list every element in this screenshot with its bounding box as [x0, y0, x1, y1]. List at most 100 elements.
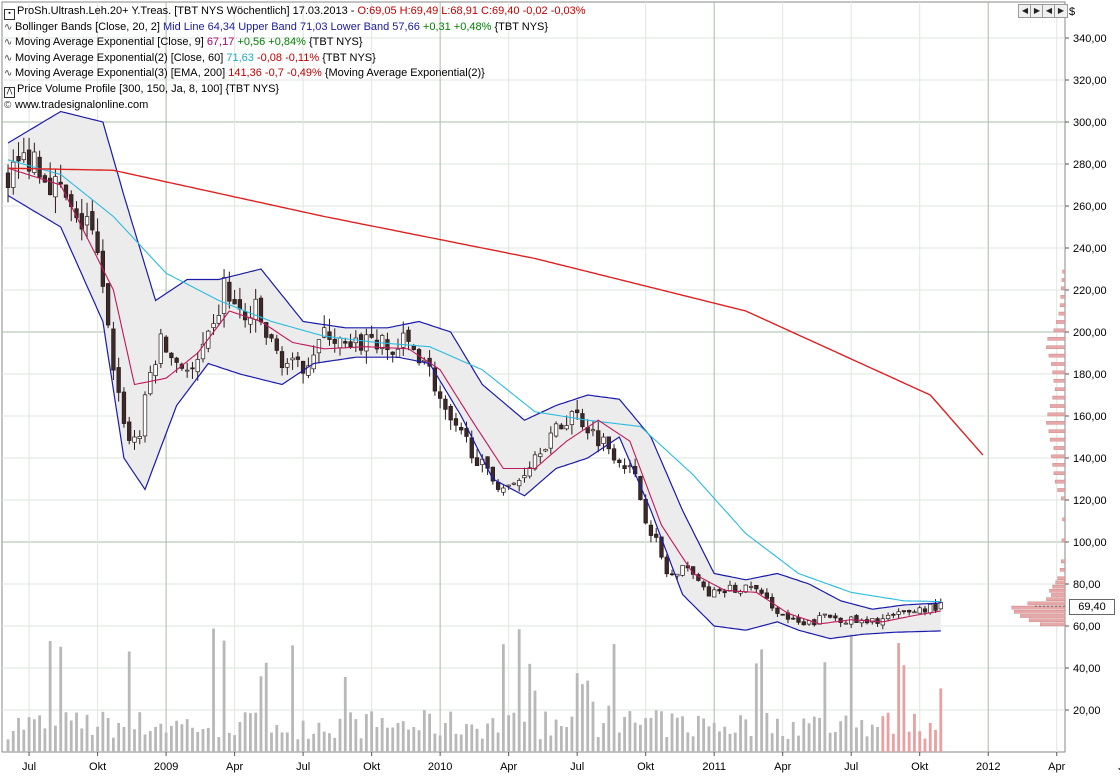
candle-body: [548, 432, 553, 449]
volume-profile-bar: [1055, 580, 1066, 585]
x-tick-label: Jul: [296, 761, 310, 773]
volume-bar: [259, 676, 263, 752]
volume-profile-bar: [1058, 311, 1066, 316]
volume-bar: [639, 724, 642, 752]
candle-body: [885, 614, 891, 620]
candle-body: [559, 424, 564, 430]
volume-profile-bar: [1057, 576, 1066, 580]
y-tick-label: 200,00: [1073, 327, 1107, 339]
volume-profile-bar: [1053, 471, 1066, 476]
candle-body: [437, 391, 443, 399]
volume-profile-bar: [1051, 454, 1066, 459]
legend-ema9[interactable]: ∿ Moving Average Exponential [Close, 9] 6…: [4, 35, 586, 50]
candle-body: [701, 581, 706, 588]
volume-bar: [143, 734, 147, 752]
volume-bar: [264, 662, 268, 752]
candle-body: [11, 161, 16, 188]
indicator-wave-icon: ∿: [4, 52, 13, 64]
legend-ema200[interactable]: ∿ Moving Average Exponential(3) [EMA, 200…: [4, 66, 586, 81]
volume-bar: [175, 720, 179, 752]
candle-body: [190, 367, 195, 370]
volume-bar: [459, 734, 463, 752]
legend-volume-profile[interactable]: ⋀ Price Volume Profile [300, 150, Ja, 8, …: [4, 82, 586, 98]
volume-bar: [886, 712, 890, 752]
candle-body: [37, 156, 42, 178]
candle-body: [216, 315, 221, 324]
volume-bar: [749, 735, 753, 752]
volume-bar: [501, 644, 505, 752]
candle-body: [553, 423, 559, 437]
y-tick-label: 300,00: [1073, 117, 1107, 129]
volume-bar: [11, 730, 15, 752]
volume-bar: [823, 662, 827, 752]
volume-bar: [797, 735, 800, 752]
candle-body: [84, 216, 90, 226]
volume-bar: [675, 717, 679, 752]
volume-bar: [517, 629, 521, 752]
candle-body: [907, 609, 912, 613]
candle-body: [627, 465, 633, 468]
volume-bar: [881, 716, 885, 752]
legend-source[interactable]: © www.tradesignalonline.com: [4, 98, 586, 113]
candle-body: [5, 172, 11, 188]
volume-bar: [38, 715, 42, 752]
volume-profile-bar: [1054, 387, 1066, 392]
volume-profile-bar: [1049, 589, 1066, 593]
volume-bar: [897, 643, 901, 752]
volume-bar: [359, 738, 363, 752]
volume-profile-bar: [1061, 538, 1066, 543]
candle-body: [185, 369, 190, 372]
candle-body: [279, 351, 285, 369]
volume-bar: [401, 721, 405, 752]
candle-body: [369, 333, 374, 338]
volume-bar: [17, 717, 20, 752]
volume-bar: [22, 729, 26, 752]
volume-bar: [322, 731, 326, 752]
volume-bar: [85, 714, 89, 752]
candle-body: [290, 357, 295, 361]
volume-profile-bar: [1027, 601, 1066, 606]
candle-body: [274, 338, 279, 351]
volume-bar: [528, 663, 532, 752]
currency-label: $: [1069, 6, 1076, 18]
legend-bollinger[interactable]: ∿ Bollinger Bands [Close, 20, 2] Mid Line…: [4, 20, 586, 35]
volume-bar: [702, 718, 706, 752]
candle-body: [838, 617, 843, 623]
volume-bar: [707, 726, 711, 752]
candle-body: [511, 482, 517, 485]
volume-bar: [148, 731, 152, 752]
candle-body: [854, 615, 859, 623]
volume-profile-bar: [1053, 328, 1066, 333]
y-tick-label: 180,00: [1073, 369, 1107, 381]
volume-bar: [106, 717, 110, 752]
volume-profile-bar: [1011, 605, 1066, 610]
candle-body: [822, 613, 827, 616]
volume-bar: [602, 723, 605, 752]
volume-bar: [201, 729, 205, 752]
volume-bar: [249, 713, 252, 752]
volume-profile-bar: [1060, 295, 1066, 299]
x-tick-label: 2012: [976, 761, 1000, 773]
candle-body: [622, 465, 627, 470]
volume-bar: [370, 711, 374, 752]
zoom-in-icon[interactable]: ▶: [1054, 4, 1068, 18]
volume-bar: [449, 711, 453, 752]
current-price-label: 69,40: [1069, 599, 1115, 615]
volume-bar: [855, 727, 858, 752]
volume-bar: [222, 640, 226, 752]
volume-bar: [918, 731, 922, 752]
candle-body: [227, 281, 232, 302]
volume-bar: [354, 719, 358, 752]
volume-bar: [233, 735, 237, 752]
legend-ema60[interactable]: ∿ Moving Average Exponential(2) [Close, 6…: [4, 51, 586, 66]
x-tick-label: Jul: [844, 761, 858, 773]
candle-body: [53, 176, 58, 198]
candle-body: [127, 421, 132, 441]
candle-body: [796, 617, 801, 623]
volume-bar: [391, 727, 395, 752]
volume-bar: [733, 732, 737, 752]
volume-bar: [686, 732, 690, 752]
volume-bar: [444, 723, 447, 752]
volume-bar: [328, 733, 331, 752]
volume-bar: [275, 725, 279, 752]
